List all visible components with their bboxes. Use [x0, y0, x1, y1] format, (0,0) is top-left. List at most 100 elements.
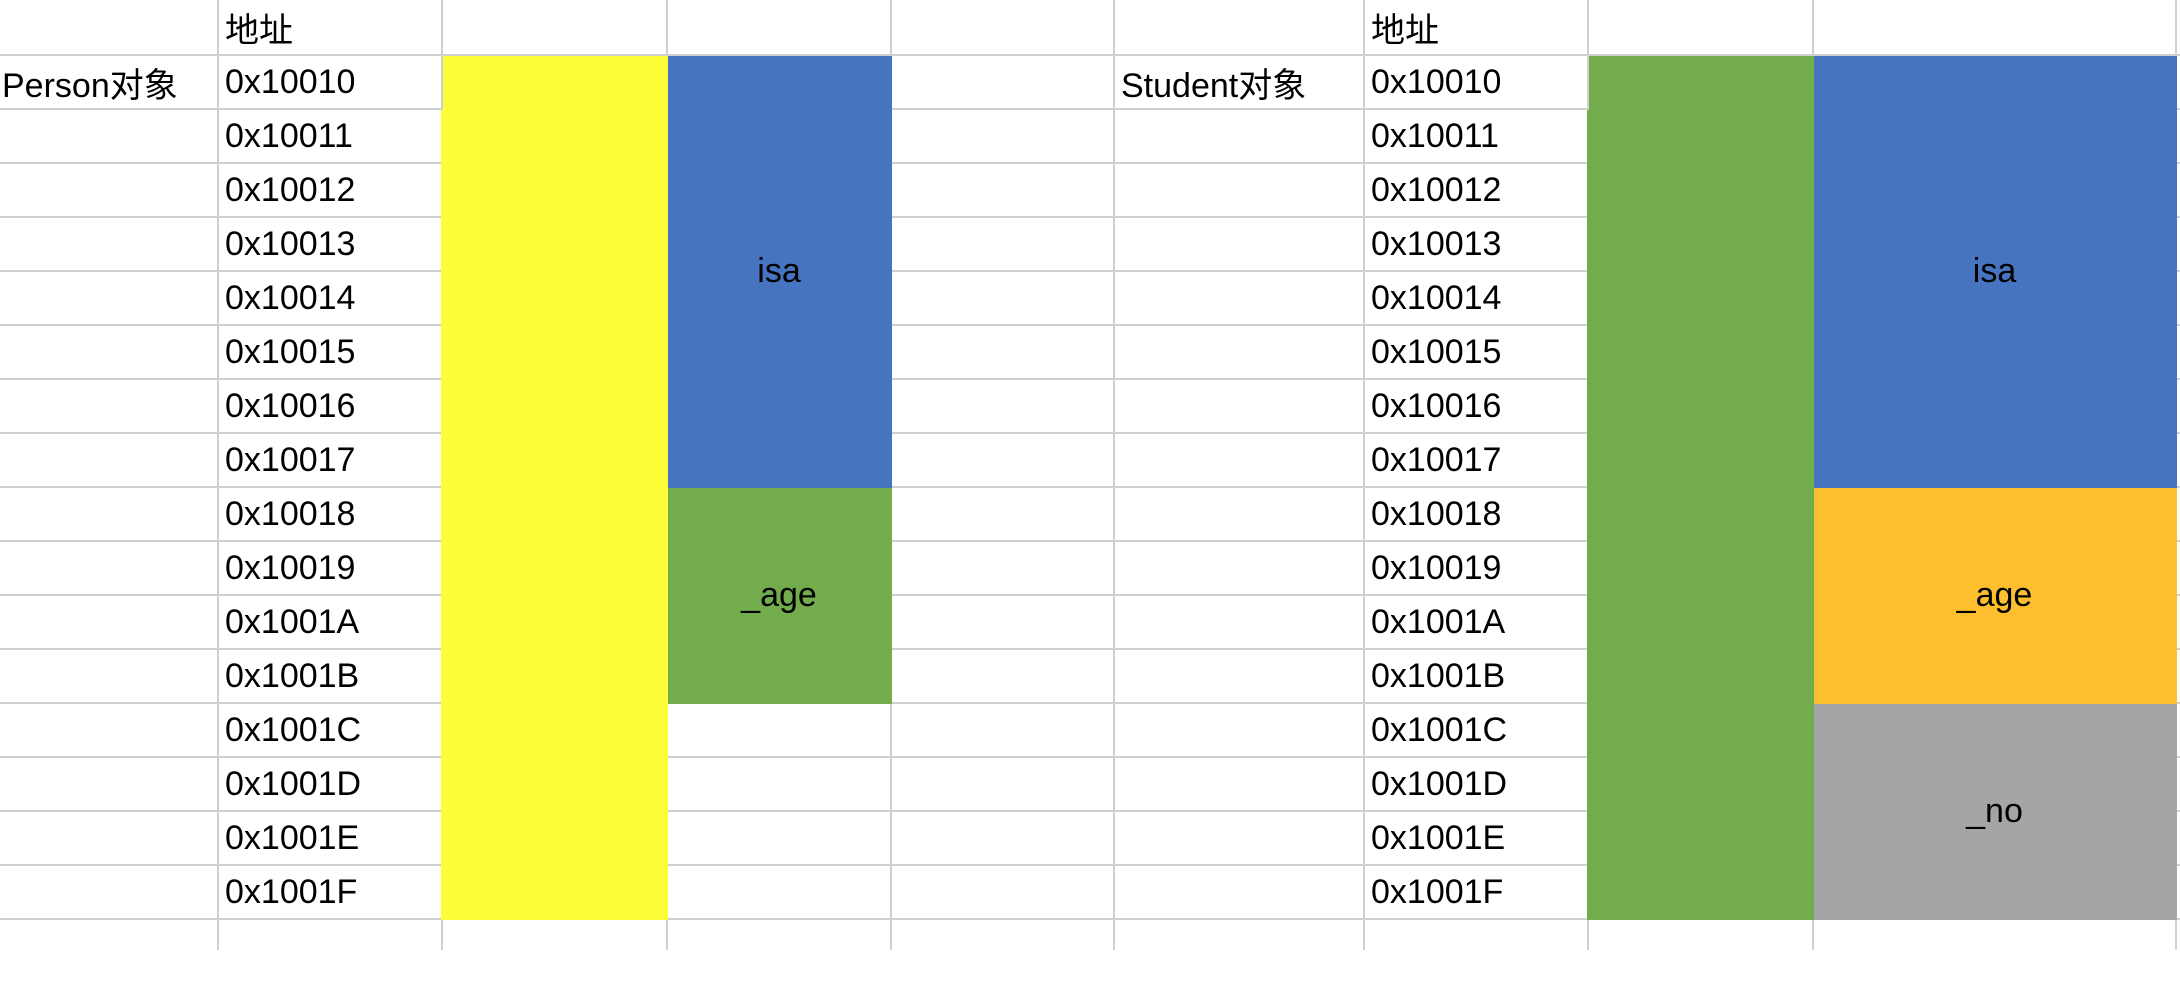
person-address[interactable]: 0x1001F	[217, 864, 443, 920]
cell-empty[interactable]	[441, 0, 668, 56]
cell-empty[interactable]	[891, 486, 1114, 542]
cell-empty[interactable]	[0, 594, 219, 650]
cell-empty[interactable]	[1113, 162, 1365, 218]
student-object-label[interactable]: Student对象	[1113, 54, 1365, 110]
cell-empty[interactable]	[0, 432, 219, 488]
cell-empty[interactable]	[891, 162, 1114, 218]
student-address[interactable]: 0x1001A	[1363, 594, 1589, 650]
person-address-header[interactable]: 地址	[217, 0, 443, 56]
cell-empty[interactable]	[1113, 486, 1365, 542]
cell-empty[interactable]	[217, 918, 443, 950]
cell-empty[interactable]	[2175, 702, 2180, 758]
student-no-field[interactable]: _no	[1812, 702, 2177, 920]
cell-empty[interactable]	[2175, 108, 2180, 164]
cell-empty[interactable]	[0, 864, 219, 920]
cell-empty[interactable]	[891, 702, 1114, 758]
person-address[interactable]: 0x10011	[217, 108, 443, 164]
person-address[interactable]: 0x1001B	[217, 648, 443, 704]
cell-empty[interactable]	[0, 378, 219, 434]
person-address[interactable]: 0x10012	[217, 162, 443, 218]
cell-empty[interactable]	[890, 918, 1115, 950]
cell-empty[interactable]	[2175, 54, 2180, 110]
cell-empty[interactable]	[1113, 810, 1365, 866]
cell-empty[interactable]	[2175, 864, 2180, 920]
cell-empty[interactable]	[1812, 0, 2177, 56]
cell-empty[interactable]	[0, 540, 219, 596]
cell-empty[interactable]	[1363, 918, 1589, 950]
cell-empty[interactable]	[2175, 648, 2180, 704]
cell-empty[interactable]	[666, 0, 892, 56]
cell-empty[interactable]	[891, 378, 1114, 434]
student-address[interactable]: 0x10010	[1363, 54, 1589, 110]
cell-empty[interactable]	[666, 702, 892, 758]
student-address[interactable]: 0x10019	[1363, 540, 1589, 596]
student-address[interactable]: 0x1001E	[1363, 810, 1589, 866]
cell-empty[interactable]	[1812, 918, 2177, 950]
cell-empty[interactable]	[1113, 216, 1365, 272]
cell-empty[interactable]	[441, 918, 668, 950]
cell-empty[interactable]	[666, 918, 892, 950]
person-address[interactable]: 0x10017	[217, 432, 443, 488]
cell-empty[interactable]	[891, 648, 1114, 704]
cell-empty[interactable]	[2175, 324, 2180, 380]
person-address[interactable]: 0x10010	[217, 54, 443, 110]
student-address[interactable]: 0x10014	[1363, 270, 1589, 326]
cell-empty[interactable]	[1113, 432, 1365, 488]
cell-empty[interactable]	[666, 756, 892, 812]
cell-empty[interactable]	[891, 270, 1114, 326]
cell-empty[interactable]	[1113, 756, 1365, 812]
cell-empty[interactable]	[1113, 918, 1365, 950]
cell-empty[interactable]	[0, 648, 219, 704]
cell-empty[interactable]	[891, 54, 1114, 110]
cell-empty[interactable]	[891, 540, 1114, 596]
person-address[interactable]: 0x1001D	[217, 756, 443, 812]
person-object-block[interactable]	[441, 54, 668, 920]
cell-empty[interactable]	[891, 594, 1114, 650]
cell-empty[interactable]	[666, 810, 892, 866]
cell-empty[interactable]	[891, 216, 1114, 272]
cell-empty[interactable]	[0, 918, 219, 950]
person-address[interactable]: 0x10016	[217, 378, 443, 434]
cell-empty[interactable]	[666, 864, 892, 920]
cell-empty[interactable]	[2175, 594, 2180, 650]
student-address[interactable]: 0x10013	[1363, 216, 1589, 272]
student-isa-field[interactable]: isa	[1812, 54, 2177, 488]
cell-empty[interactable]	[0, 162, 219, 218]
student-address[interactable]: 0x1001D	[1363, 756, 1589, 812]
cell-empty[interactable]	[891, 756, 1114, 812]
student-address[interactable]: 0x1001C	[1363, 702, 1589, 758]
student-address[interactable]: 0x1001B	[1363, 648, 1589, 704]
student-age-field[interactable]: _age	[1812, 486, 2177, 704]
person-address[interactable]: 0x1001A	[217, 594, 443, 650]
cell-empty[interactable]	[0, 324, 219, 380]
student-object-block[interactable]	[1587, 54, 1814, 920]
student-address[interactable]: 0x10018	[1363, 486, 1589, 542]
cell-empty[interactable]	[0, 270, 219, 326]
cell-empty[interactable]	[1113, 270, 1365, 326]
cell-empty[interactable]	[1113, 648, 1365, 704]
cell-empty[interactable]	[0, 756, 219, 812]
cell-empty[interactable]	[2175, 0, 2180, 56]
student-address-header[interactable]: 地址	[1363, 0, 1589, 56]
person-object-label[interactable]: Person对象	[0, 54, 219, 110]
cell-empty[interactable]	[1113, 324, 1365, 380]
cell-empty[interactable]	[1113, 378, 1365, 434]
cell-empty[interactable]	[1113, 0, 1365, 56]
person-address[interactable]: 0x10013	[217, 216, 443, 272]
person-address[interactable]: 0x10014	[217, 270, 443, 326]
cell-empty[interactable]	[891, 810, 1114, 866]
person-address[interactable]: 0x1001C	[217, 702, 443, 758]
cell-empty[interactable]	[1113, 702, 1365, 758]
student-address[interactable]: 0x1001F	[1363, 864, 1589, 920]
cell-empty[interactable]	[0, 810, 219, 866]
cell-empty[interactable]	[890, 0, 1115, 56]
person-isa-field[interactable]: isa	[666, 54, 892, 488]
cell-empty[interactable]	[2175, 486, 2180, 542]
student-address[interactable]: 0x10012	[1363, 162, 1589, 218]
cell-empty[interactable]	[891, 432, 1114, 488]
cell-empty[interactable]	[0, 108, 219, 164]
cell-empty[interactable]	[1587, 0, 1814, 56]
cell-empty[interactable]	[1113, 864, 1365, 920]
cell-empty[interactable]	[2175, 810, 2180, 866]
cell-empty[interactable]	[2175, 162, 2180, 218]
